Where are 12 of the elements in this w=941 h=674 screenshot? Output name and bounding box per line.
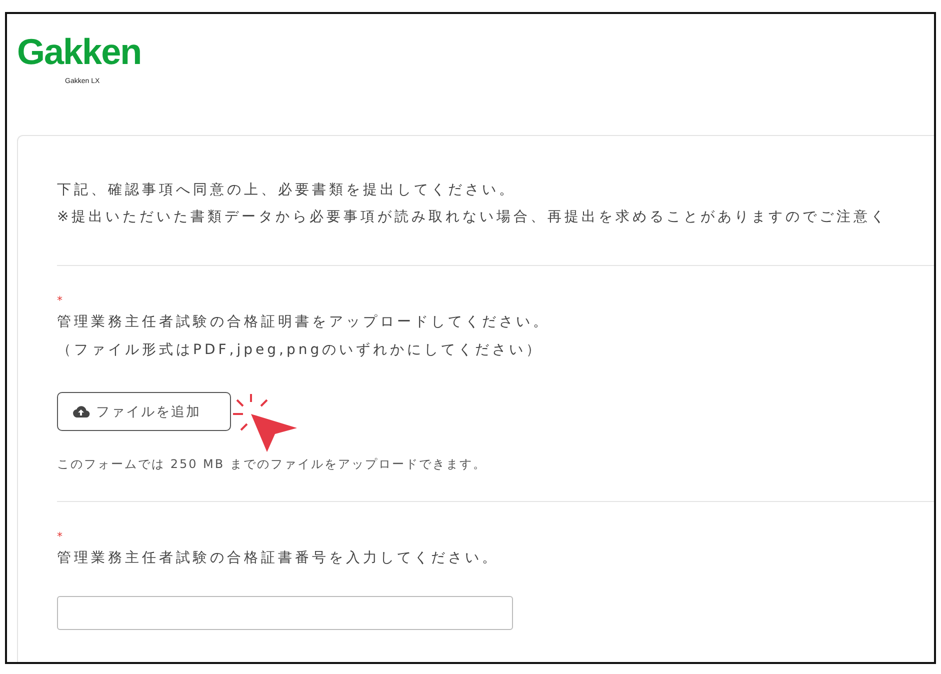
upload-limit-note: このフォームでは 250 MB までのファイルをアップロードできます。 — [57, 456, 486, 473]
cloud-upload-icon — [72, 405, 90, 418]
question-text: 管理業務主任者試験の合格証書番号を入力してください。 — [57, 549, 499, 568]
input-field[interactable] — [57, 596, 513, 630]
add-file-button[interactable]: ファイルを追加 — [57, 392, 231, 431]
required-mark: * — [57, 294, 62, 308]
question-text: 管理業務主任者試験の合格証明書をアップロードしてください。 — [57, 313, 550, 332]
question-text: （ファイル形式はPDF,jpeg,pngのいずれかにしてください） — [57, 341, 544, 360]
required-mark: * — [57, 530, 62, 544]
logo: Gakken — [17, 34, 142, 70]
intro-text: 下記、確認事項へ同意の上、必要書類を提出してください。 — [57, 181, 516, 200]
intro-text: ※提出いただいた書類データから必要事項が読み取れない場合、再提出を求めることがありますのでご注意く — [57, 208, 888, 227]
